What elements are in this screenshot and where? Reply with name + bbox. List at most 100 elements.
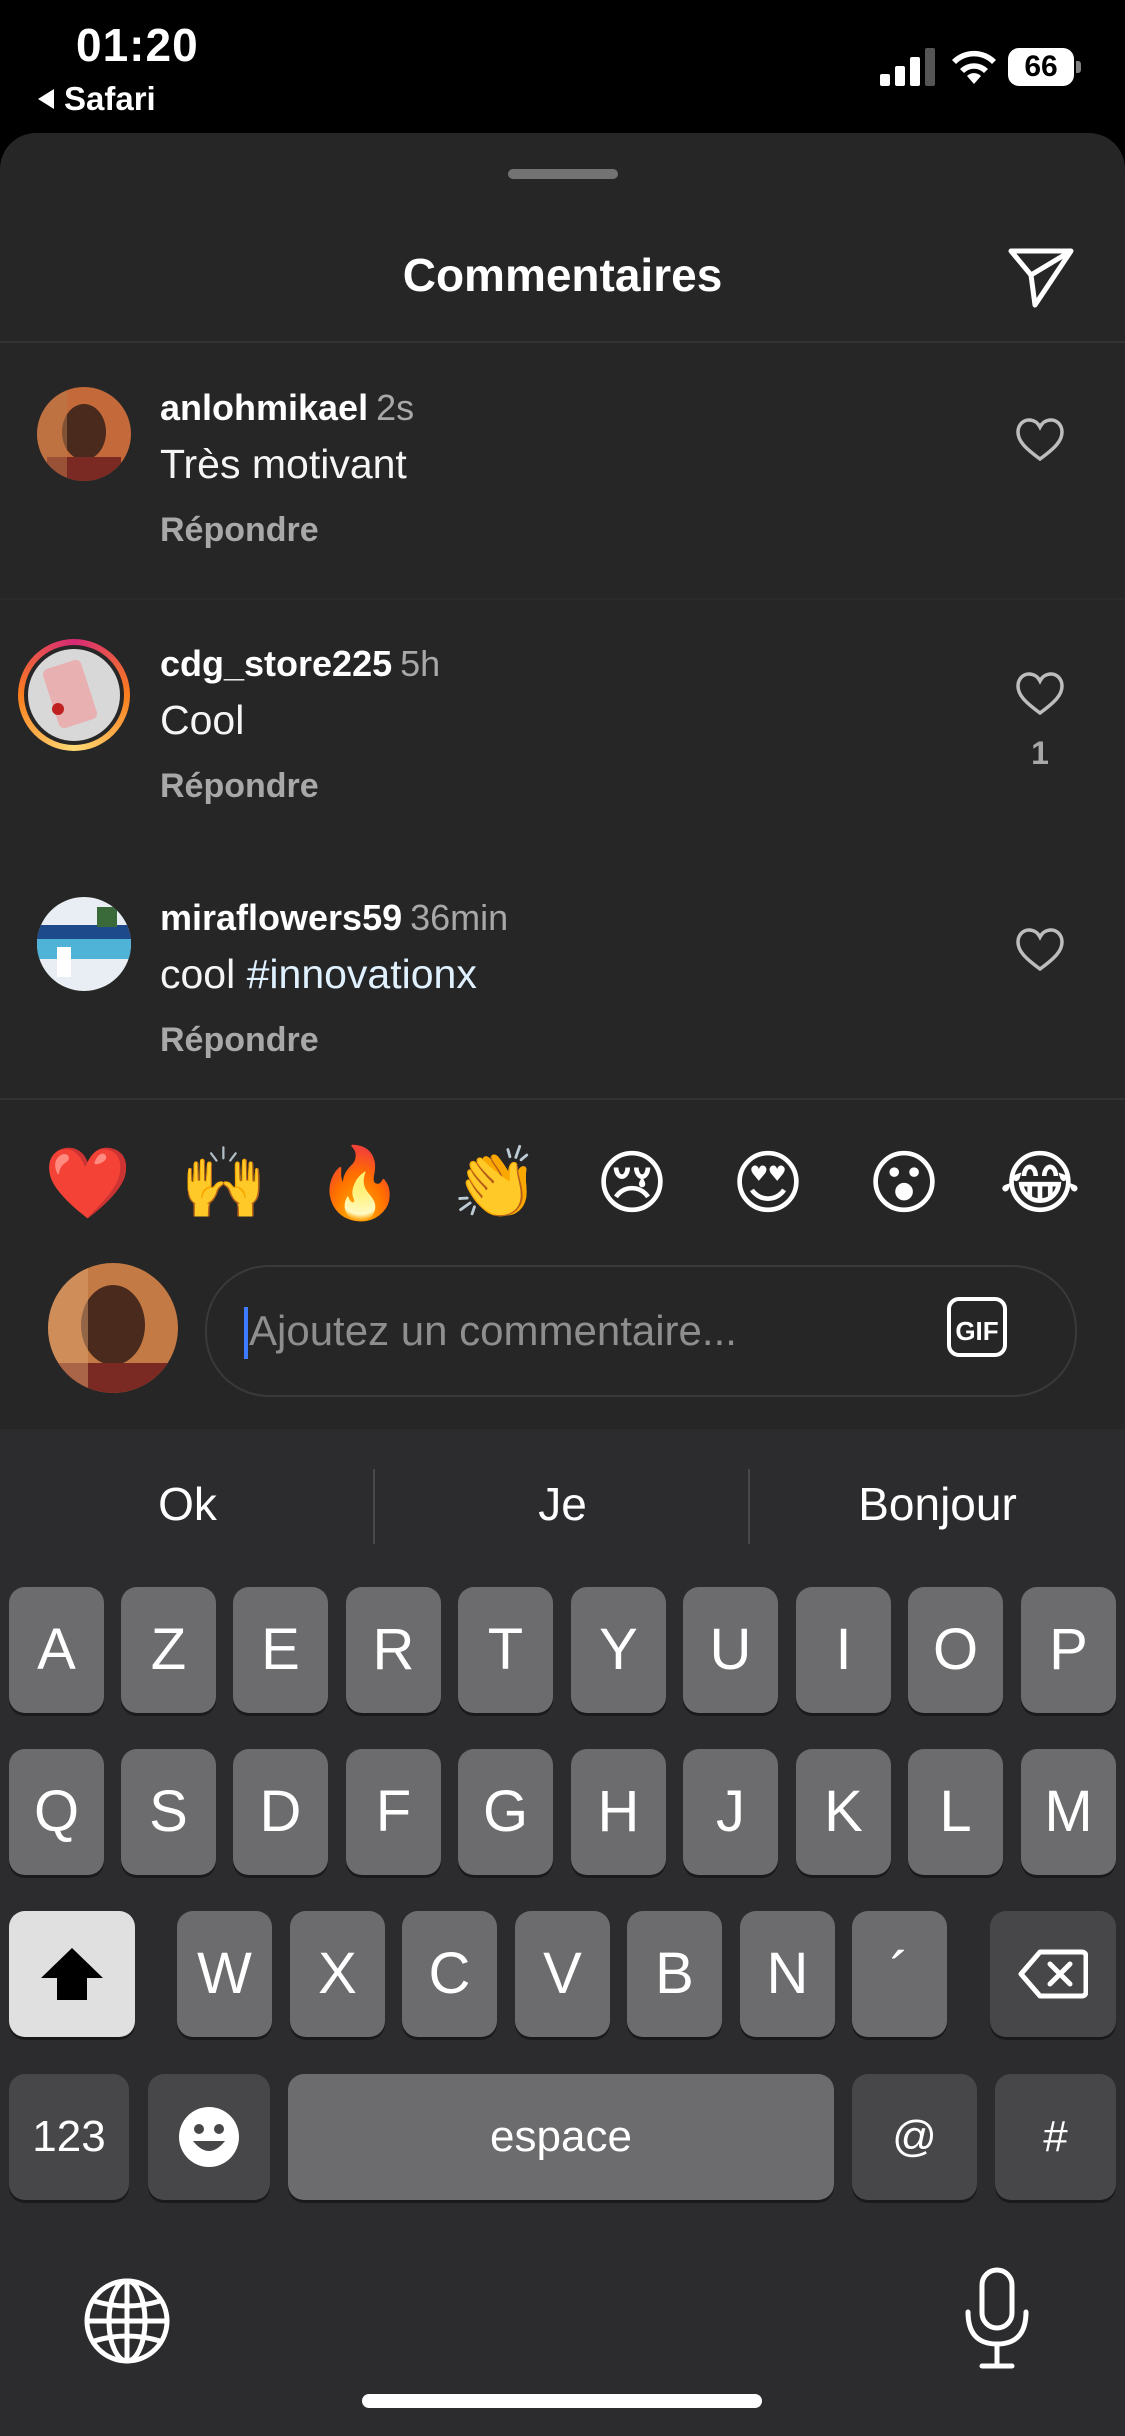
microphone-icon[interactable]	[962, 2266, 1032, 2372]
emoji-clap-button[interactable]: 👏	[446, 1133, 546, 1233]
globe-icon[interactable]	[82, 2276, 172, 2366]
key[interactable]: M	[1021, 1749, 1116, 1875]
comment-time: 5h	[400, 643, 441, 684]
key[interactable]: Y	[571, 1587, 666, 1713]
comment-meta: anlohmikael 2s	[160, 387, 414, 429]
key[interactable]: O	[908, 1587, 1003, 1713]
key[interactable]: B	[627, 1911, 722, 2037]
shift-key[interactable]	[9, 1911, 135, 2037]
emoji-heart-button[interactable]: ❤️	[38, 1133, 138, 1233]
key[interactable]: T	[458, 1587, 553, 1713]
comment-username[interactable]: miraflowers59	[160, 897, 402, 938]
keyboard-suggestions: Ok Je Bonjour	[0, 1429, 1125, 1579]
suggestion-item[interactable]: Je	[375, 1429, 750, 1579]
comment-input[interactable]: Ajoutez un commentaire... GIF	[205, 1265, 1077, 1397]
heart-icon[interactable]	[1015, 417, 1065, 463]
comment-input-placeholder: Ajoutez un commentaire...	[249, 1307, 737, 1354]
sheet-title: Commentaires	[402, 249, 723, 301]
key[interactable]: S	[121, 1749, 216, 1875]
cellular-signal-icon	[880, 48, 935, 86]
emoji-heart-eyes-button[interactable]: 😍	[718, 1133, 818, 1233]
comment-time: 36min	[410, 897, 509, 938]
key[interactable]: Z	[121, 1587, 216, 1713]
key[interactable]: C	[402, 1911, 497, 2037]
comment-item: cdg_store225 5h Cool Répondre 1	[0, 599, 1125, 854]
keyboard: Ok Je Bonjour A Z E R T Y U I O P Q S D …	[0, 1429, 1125, 2436]
emoji-crying-button[interactable]: 😢	[582, 1133, 682, 1233]
gif-button[interactable]: GIF	[947, 1297, 1007, 1357]
comment-text: cool #innovationx	[160, 951, 477, 998]
key[interactable]: K	[796, 1749, 891, 1875]
key[interactable]: N	[740, 1911, 835, 2037]
space-key[interactable]: espace	[288, 2074, 834, 2200]
comment-text: Cool	[160, 697, 245, 743]
share-send-icon[interactable]	[1005, 241, 1077, 313]
comment-item: miraflowers59 36min cool #innovationx Rép…	[0, 853, 1125, 1108]
comments-sheet: Commentaires anlohmikael 2s Très motivant…	[0, 133, 1125, 1429]
key[interactable]: J	[683, 1749, 778, 1875]
emoji-surprised-button[interactable]: 😮	[854, 1133, 954, 1233]
comment-username[interactable]: cdg_store225	[160, 643, 392, 684]
key[interactable]: E	[233, 1587, 328, 1713]
back-arrow-icon	[38, 89, 54, 109]
key[interactable]: U	[683, 1587, 778, 1713]
key[interactable]: L	[908, 1749, 1003, 1875]
reply-button[interactable]: Répondre	[160, 511, 319, 550]
key[interactable]: I	[796, 1587, 891, 1713]
accent-key[interactable]: ´	[852, 1911, 947, 2037]
key[interactable]: G	[458, 1749, 553, 1875]
heart-icon[interactable]	[1015, 927, 1065, 973]
like-count[interactable]: 1	[1015, 735, 1065, 772]
comment-meta: cdg_store225 5h	[160, 643, 440, 685]
emoji-divider	[0, 1098, 1125, 1100]
key[interactable]: R	[346, 1587, 441, 1713]
key[interactable]: D	[233, 1749, 328, 1875]
key[interactable]: Q	[9, 1749, 104, 1875]
emoji-keyboard-key[interactable]	[148, 2074, 270, 2200]
backspace-icon	[1018, 1949, 1089, 1999]
smiley-icon	[179, 2107, 239, 2167]
comment-text-prefix: cool	[160, 951, 247, 997]
status-time: 01:20	[76, 19, 199, 71]
key[interactable]: W	[177, 1911, 272, 2037]
key[interactable]: F	[346, 1749, 441, 1875]
sheet-grabber[interactable]	[508, 169, 618, 179]
wifi-icon	[952, 50, 996, 84]
comment-composer: Ajoutez un commentaire... GIF	[0, 1263, 1125, 1433]
battery-level: 66	[1008, 48, 1074, 86]
key[interactable]: A	[9, 1587, 104, 1713]
emoji-raised-hands-button[interactable]: 🙌	[174, 1133, 274, 1233]
hash-key[interactable]: #	[995, 2074, 1116, 2200]
status-bar: 01:20 Safari 66	[0, 0, 1125, 135]
current-user-avatar	[48, 1263, 178, 1393]
hashtag-link[interactable]: #innovationx	[247, 951, 477, 997]
comment-time: 2s	[376, 387, 415, 428]
avatar-story-ring[interactable]	[18, 639, 130, 751]
back-to-safari-link[interactable]: Safari	[38, 80, 156, 118]
heart-icon[interactable]	[1015, 671, 1065, 717]
reply-button[interactable]: Répondre	[160, 767, 319, 806]
at-key[interactable]: @	[852, 2074, 977, 2200]
numbers-key[interactable]: 123	[9, 2074, 129, 2200]
suggestion-item[interactable]: Ok	[0, 1429, 375, 1579]
avatar[interactable]	[37, 897, 131, 991]
comment-username[interactable]: anlohmikael	[160, 387, 368, 428]
emoji-laughing-button[interactable]: 😂	[990, 1133, 1090, 1233]
emoji-fire-button[interactable]: 🔥	[310, 1133, 410, 1233]
back-app-label: Safari	[64, 80, 156, 117]
home-indicator[interactable]	[362, 2394, 762, 2408]
avatar[interactable]	[37, 387, 131, 481]
shift-arrow-icon	[41, 1948, 103, 2000]
backspace-key[interactable]	[990, 1911, 1116, 2037]
key[interactable]: V	[515, 1911, 610, 2037]
suggestion-item[interactable]: Bonjour	[750, 1429, 1125, 1579]
key[interactable]: X	[290, 1911, 385, 2037]
key[interactable]: P	[1021, 1587, 1116, 1713]
comment-meta: miraflowers59 36min	[160, 897, 508, 939]
reply-button[interactable]: Répondre	[160, 1021, 319, 1060]
comment-item: anlohmikael 2s Très motivant Répondre	[0, 343, 1125, 598]
comment-text: Très motivant	[160, 441, 407, 487]
quick-emoji-bar: ❤️ 🙌 🔥 👏 😢 😍 😮 😂	[0, 1133, 1125, 1253]
text-caret	[244, 1307, 248, 1359]
key[interactable]: H	[571, 1749, 666, 1875]
